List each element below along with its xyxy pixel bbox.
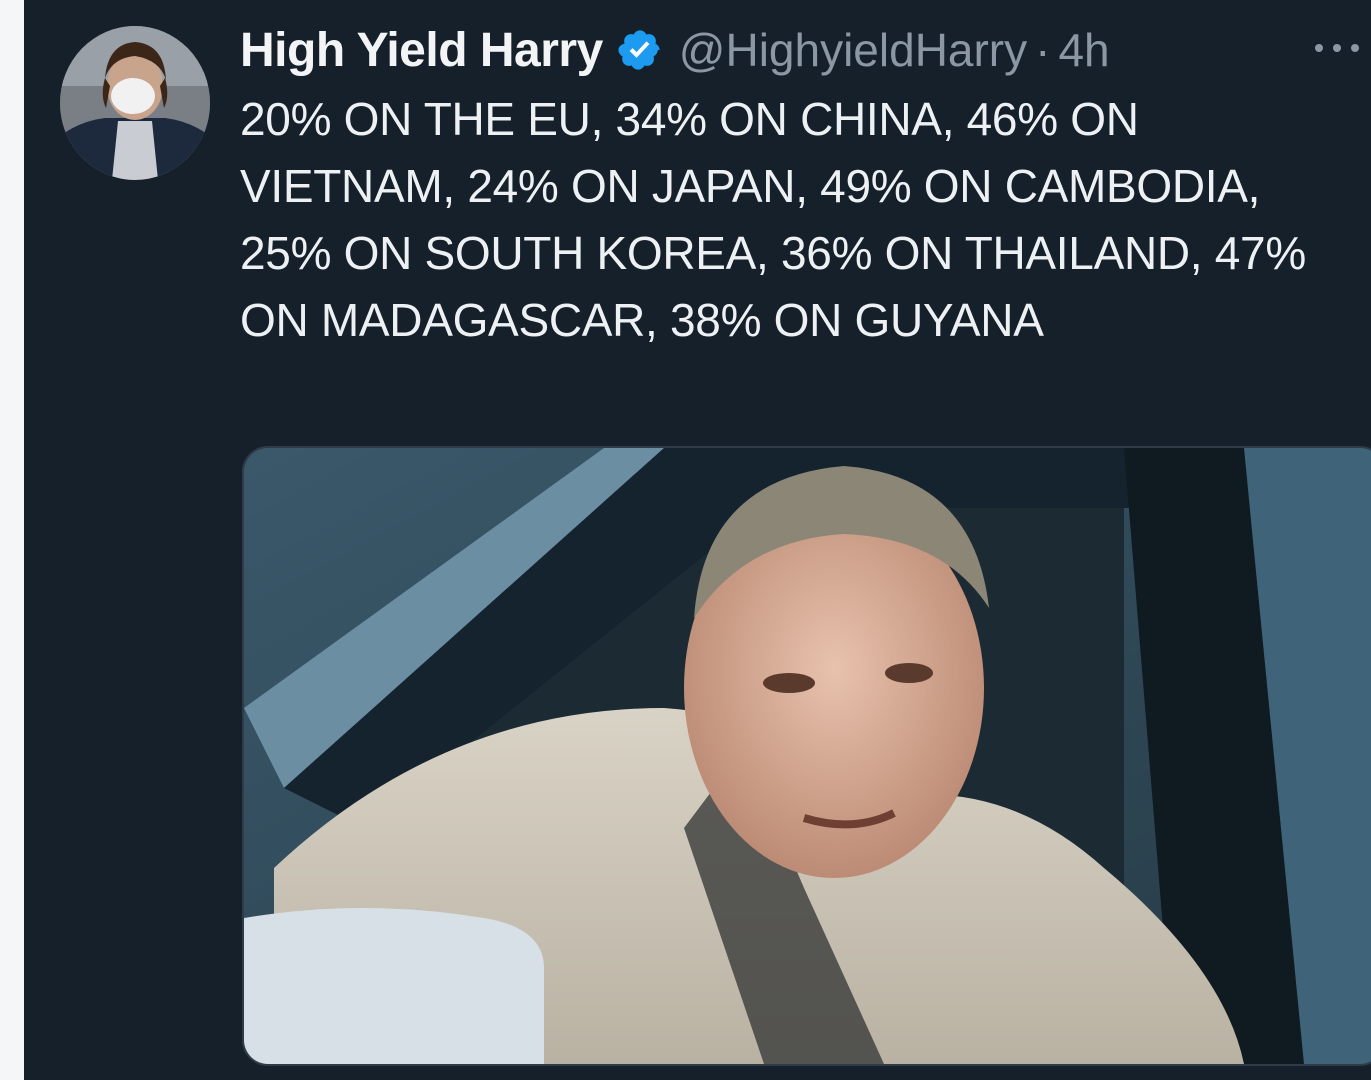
tweet-text: 20% ON THE EU, 34% ON CHINA, 46% ON VIET… bbox=[240, 93, 1306, 346]
profile-photo bbox=[60, 26, 210, 180]
more-dots-icon[interactable] bbox=[1311, 36, 1371, 56]
tweet-header: High Yield Harry @HighyieldHarry · 4h bbox=[240, 20, 1110, 80]
user-handle[interactable]: @HighyieldHarry bbox=[679, 23, 1027, 77]
tweet-photo[interactable] bbox=[242, 446, 1371, 1066]
photo-image bbox=[244, 448, 1371, 1064]
display-name[interactable]: High Yield Harry bbox=[240, 23, 603, 78]
separator-dot: · bbox=[1035, 24, 1051, 76]
tweet-card[interactable]: High Yield Harry @HighyieldHarry · 4h 20… bbox=[24, 0, 1371, 1080]
timestamp[interactable]: 4h bbox=[1058, 23, 1109, 77]
avatar[interactable] bbox=[60, 26, 210, 180]
verified-badge-icon bbox=[617, 27, 663, 73]
